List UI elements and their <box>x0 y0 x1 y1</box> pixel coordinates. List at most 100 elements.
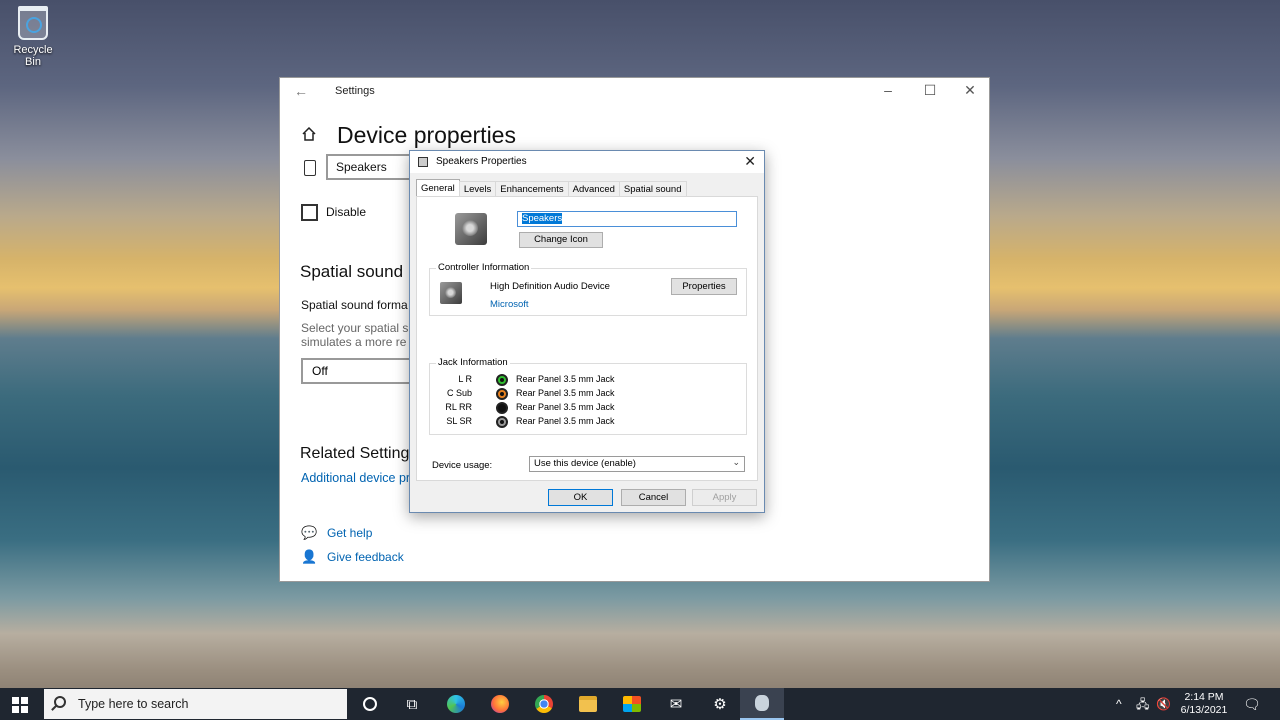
jack-row: L R Rear Panel 3.5 mm Jack <box>430 374 730 388</box>
ok-button[interactable]: OK <box>548 489 613 506</box>
file-explorer-taskbar-button[interactable] <box>566 688 610 720</box>
controller-name: High Definition Audio Device <box>490 281 610 292</box>
recycle-bin-desktop-icon[interactable]: Recycle Bin <box>4 6 62 68</box>
notifications-icon[interactable]: 🗨 <box>1243 688 1261 720</box>
folder-icon <box>579 696 597 712</box>
minimize-button[interactable]: – <box>868 82 908 98</box>
controller-vendor-link[interactable]: Microsoft <box>490 299 529 310</box>
controller-group-label: Controller Information <box>436 262 532 273</box>
settings-window-title: Settings <box>335 85 375 97</box>
page-title: Device properties <box>337 122 516 148</box>
chrome-taskbar-button[interactable] <box>522 688 566 720</box>
search-placeholder: Type here to search <box>78 697 189 711</box>
jack-channel-label: L R <box>458 374 472 384</box>
device-name-selected-text: Speakers <box>522 213 563 224</box>
taskbar-clock[interactable]: 2:14 PM 6/13/2021 <box>1178 691 1230 717</box>
store-taskbar-button[interactable] <box>610 688 654 720</box>
get-help-link[interactable]: 💬 Get help <box>301 525 372 541</box>
device-usage-select[interactable]: Use this device (enable) ⌄ <box>529 456 745 472</box>
dialog-tabs: General Levels Enhancements Advanced Spa… <box>416 179 687 197</box>
dialog-title: Speakers Properties <box>436 156 527 167</box>
feedback-person-icon: 👤 <box>301 549 318 564</box>
mail-taskbar-button[interactable]: ✉ <box>654 688 698 720</box>
change-icon-button[interactable]: Change Icon <box>519 232 603 248</box>
mail-icon: ✉ <box>669 696 683 713</box>
circle-icon <box>363 697 377 711</box>
jack-color-icon <box>496 402 508 414</box>
speaker-device-icon <box>304 160 316 176</box>
sound-app-taskbar-button[interactable] <box>740 688 784 720</box>
get-help-label: Get help <box>327 526 373 540</box>
dialog-titlebar: Speakers Properties ✕ <box>410 151 764 173</box>
speaker-app-icon <box>755 695 769 711</box>
speakers-properties-dialog: Speakers Properties ✕ General Levels Enh… <box>409 150 765 513</box>
gear-icon: ⚙ <box>713 696 727 713</box>
apply-button[interactable]: Apply <box>692 489 757 506</box>
back-arrow-icon[interactable]: ← <box>294 83 308 99</box>
tab-advanced[interactable]: Advanced <box>567 181 620 196</box>
edge-taskbar-button[interactable] <box>434 688 478 720</box>
taskbar-search-box[interactable]: Type here to search <box>44 689 347 719</box>
jack-description: Rear Panel 3.5 mm Jack <box>516 402 615 412</box>
clock-time: 2:14 PM <box>1184 691 1224 703</box>
help-chat-icon: 💬 <box>301 525 318 540</box>
disable-checkbox[interactable] <box>301 204 318 221</box>
store-bag-icon <box>623 696 641 712</box>
show-hidden-icons-chevron[interactable]: ^ <box>1116 688 1122 720</box>
cortana-button[interactable] <box>348 688 392 720</box>
jack-color-icon <box>496 388 508 400</box>
jack-color-icon <box>496 374 508 386</box>
jack-row: C Sub Rear Panel 3.5 mm Jack <box>430 388 730 402</box>
device-name-field[interactable]: Speakers <box>517 211 737 227</box>
tab-general[interactable]: General <box>416 179 460 196</box>
home-icon[interactable] <box>301 126 317 142</box>
spatial-desc-line: Select your spatial s <box>301 321 409 335</box>
controller-speaker-icon <box>440 282 462 304</box>
give-feedback-label: Give feedback <box>327 550 404 564</box>
tab-spatial-sound[interactable]: Spatial sound <box>618 181 687 196</box>
tab-enhancements[interactable]: Enhancements <box>495 181 569 196</box>
dialog-close-button[interactable]: ✕ <box>744 153 756 170</box>
maximize-button[interactable]: ☐ <box>910 82 950 99</box>
task-view-icon: ⧉ <box>406 695 418 713</box>
spatial-sound-heading: Spatial sound <box>300 262 404 281</box>
edge-icon <box>447 695 465 713</box>
clock-date: 6/13/2021 <box>1180 704 1228 716</box>
search-icon <box>54 696 66 708</box>
start-button[interactable] <box>12 697 28 713</box>
volume-muted-icon[interactable]: 🔇 <box>1156 688 1171 720</box>
controller-properties-button[interactable]: Properties <box>671 278 737 295</box>
jack-color-icon <box>496 416 508 428</box>
close-button[interactable]: ✕ <box>950 82 990 99</box>
speaker-device-icon <box>455 213 487 245</box>
spatial-sound-description: Select your spatial s simulates a more r… <box>301 321 411 349</box>
tab-levels[interactable]: Levels <box>458 181 497 196</box>
jack-information-group: Jack Information L R Rear Panel 3.5 mm Ja… <box>429 357 747 435</box>
disable-label: Disable <box>326 205 367 219</box>
network-icon[interactable]: 🖧 <box>1136 688 1149 720</box>
firefox-taskbar-button[interactable] <box>478 688 522 720</box>
recycle-bin-label: Recycle Bin <box>13 44 53 68</box>
give-feedback-link[interactable]: 👤 Give feedback <box>301 549 404 565</box>
spatial-sound-format-label: Spatial sound forma <box>301 298 408 312</box>
task-view-button[interactable]: ⧉ <box>390 688 434 720</box>
chrome-icon <box>535 695 553 713</box>
device-usage-label: Device usage: <box>432 460 493 471</box>
additional-device-properties-link[interactable]: Additional device pr <box>301 471 410 485</box>
settings-taskbar-button[interactable]: ⚙ <box>698 688 742 720</box>
jack-description: Rear Panel 3.5 mm Jack <box>516 416 615 426</box>
spatial-sound-format-select[interactable]: Off <box>301 358 411 384</box>
jack-channel-label: SL SR <box>446 416 472 426</box>
taskbar: Type here to search ⧉ ✉ ⚙ ^ 🖧 🔇 2:14 PM … <box>0 688 1280 720</box>
device-name-input[interactable]: Speakers <box>326 154 416 180</box>
jack-channel-label: C Sub <box>446 388 472 398</box>
general-tab-panel: Speakers Change Icon Controller Informat… <box>416 196 758 481</box>
spatial-desc-line: simulates a more re <box>301 335 407 349</box>
firefox-icon <box>491 695 509 713</box>
chevron-down-icon: ⌄ <box>732 457 740 467</box>
recycle-bin-icon <box>18 6 48 40</box>
controller-information-group: Controller Information High Definition A… <box>429 262 747 316</box>
jack-row: RL RR Rear Panel 3.5 mm Jack <box>430 402 730 416</box>
related-settings-heading: Related Setting <box>300 445 410 462</box>
cancel-button[interactable]: Cancel <box>621 489 686 506</box>
